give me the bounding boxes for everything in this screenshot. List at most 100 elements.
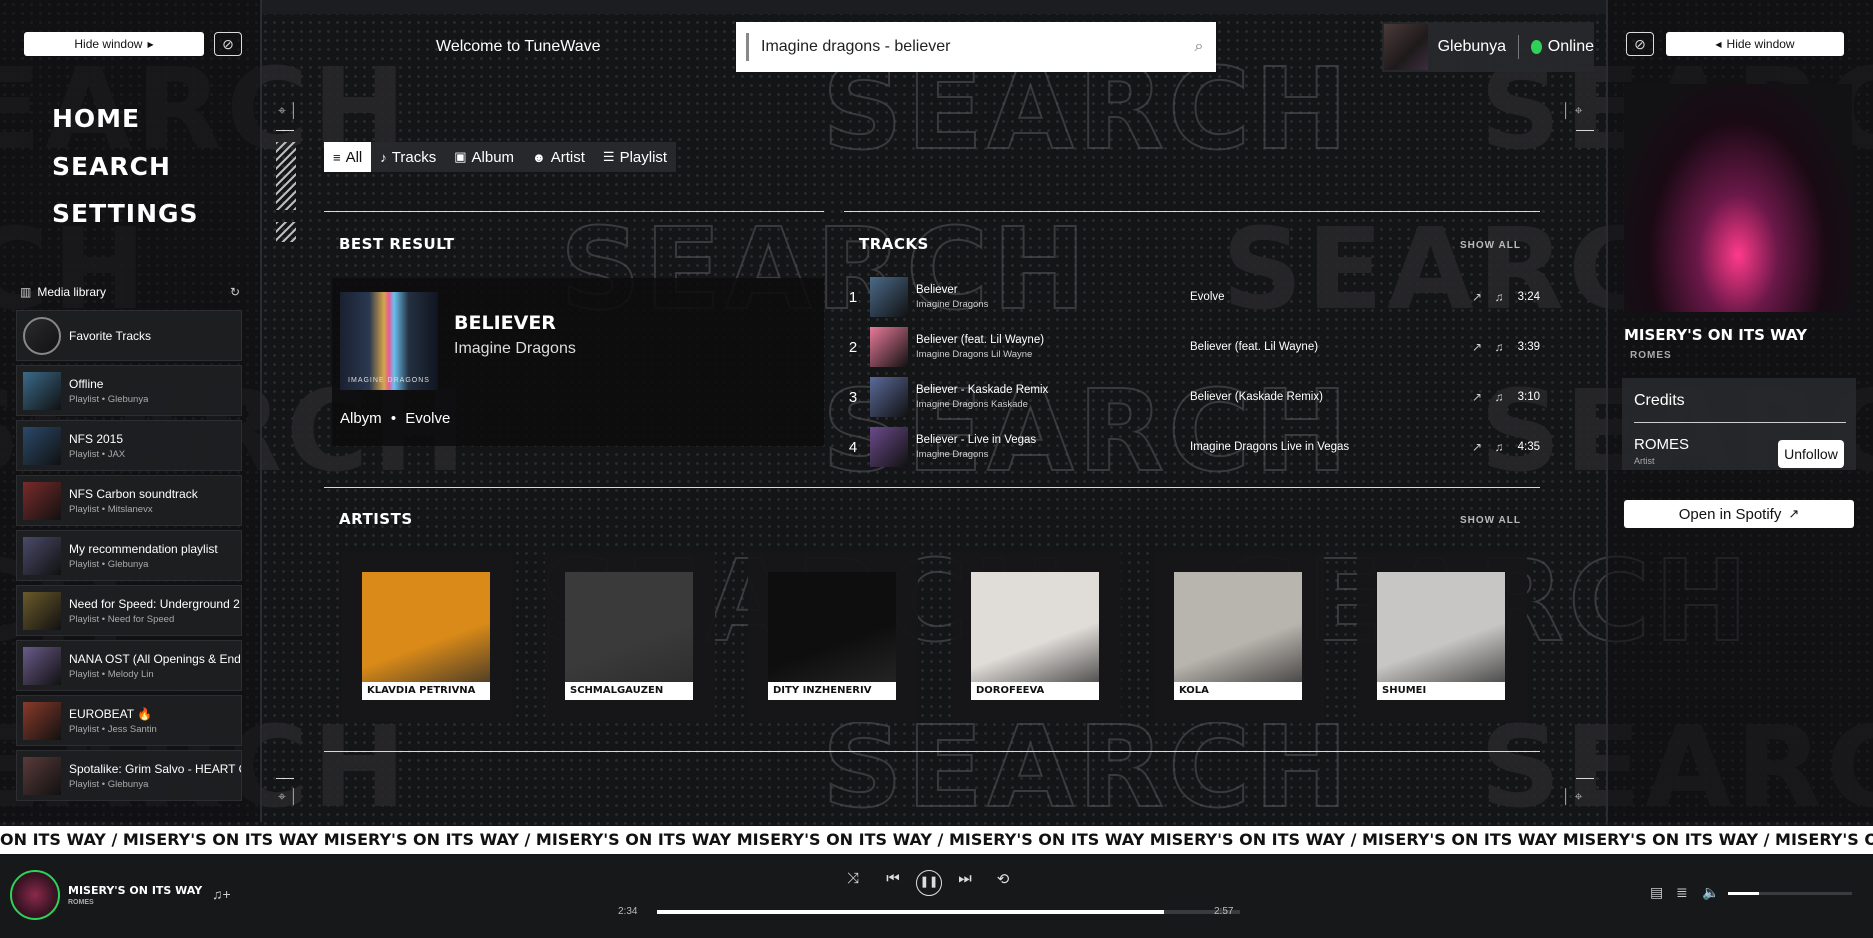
hide-window-right-button[interactable]: ◀ Hide window — [1666, 32, 1844, 56]
playlist-cover — [23, 426, 61, 465]
tab-album[interactable]: ▣ Album — [445, 142, 523, 172]
artist-card[interactable]: SCHMALGAUZEN — [545, 552, 715, 722]
list-item[interactable]: EUROBEAT 🔥 Playlist • Jess Santin — [16, 695, 242, 746]
list-item[interactable]: Favorite Tracks — [16, 310, 242, 361]
list-item[interactable]: NFS Carbon soundtrack Playlist • Mitslane… — [16, 475, 242, 526]
track-artist[interactable]: Imagine Dragons — [916, 299, 1190, 310]
user-name: Glebunya — [1437, 38, 1507, 55]
list-item[interactable]: NANA OST (All Openings & Endings) Playlis… — [16, 640, 242, 691]
player-cover[interactable] — [10, 870, 60, 920]
add-to-playlist-icon[interactable]: ♫+ — [212, 886, 231, 902]
player-track-title[interactable]: MISERY'S ON ITS WAY — [68, 884, 202, 897]
table-row[interactable]: 4 Believer - Live in Vegas Imagine Dragons… — [846, 424, 1540, 470]
best-result-album[interactable]: Evolve — [405, 410, 450, 427]
volume-icon[interactable]: 🔈 — [1702, 884, 1719, 901]
volume-slider[interactable] — [1728, 892, 1852, 895]
add-to-playlist-icon[interactable]: ♫ — [1488, 390, 1510, 404]
tab-all[interactable]: ≡ All — [324, 142, 372, 172]
artist-card[interactable]: KLAVDIA PETRIVNA — [342, 552, 512, 722]
corner-line — [1576, 130, 1594, 131]
tab-playlist[interactable]: ☰ Playlist — [594, 142, 676, 172]
list-item-text: NFS Carbon soundtrack Playlist • Mitslane… — [69, 487, 198, 515]
caret-right-icon: ▶ — [147, 39, 154, 49]
queue-icon[interactable]: ≣ — [1676, 884, 1688, 901]
pause-button[interactable]: ❚❚ — [916, 870, 942, 896]
track-album[interactable]: Evolve — [1190, 291, 1466, 303]
list-item[interactable]: NFS 2015 Playlist • JAX — [16, 420, 242, 471]
lines-icon: ≡ — [333, 149, 341, 165]
artist-name: KLAVDIA PETRIVNA — [362, 682, 490, 700]
credit-artist-name[interactable]: ROMES — [1634, 436, 1689, 453]
nav-home[interactable]: HOME — [52, 104, 140, 133]
artist-card[interactable]: SHUMEI — [1357, 552, 1527, 722]
previous-icon[interactable]: ⏮ — [880, 870, 906, 887]
playlist-cover — [23, 481, 61, 520]
player-track-artist[interactable]: ROMES — [68, 899, 94, 906]
crosshair-icon: │ ⌖ — [1562, 788, 1583, 804]
tab-label: Tracks — [391, 148, 437, 166]
table-row[interactable]: 1 Believer Imagine Dragons Evolve ↗ ♫ 3:24 — [846, 274, 1540, 320]
track-album[interactable]: Believer (Kaskade Remix) — [1190, 391, 1466, 403]
user-divider — [1518, 35, 1519, 59]
table-row[interactable]: 3 Believer - Kaskade Remix Imagine Dragons… — [846, 374, 1540, 420]
track-cover — [870, 427, 908, 467]
external-link-icon[interactable]: ↗ — [1466, 340, 1488, 354]
tracks-show-all-link[interactable]: SHOW ALL — [1460, 240, 1521, 251]
caret-left-icon: ◀ — [1715, 39, 1722, 49]
nav-settings[interactable]: SETTINGS — [52, 199, 199, 228]
best-result-type: Albym — [340, 410, 382, 427]
list-item-subtitle: Playlist • Glebunya — [69, 393, 149, 405]
track-info: Believer - Live in Vegas Imagine Dragons — [916, 434, 1190, 460]
artists-heading: ARTISTS — [339, 510, 413, 528]
artist-card[interactable]: DITY INZHENERIV — [748, 552, 918, 722]
track-title: Believer - Kaskade Remix — [916, 384, 1049, 396]
note-icon: ♪ — [380, 149, 387, 165]
track-album[interactable]: Believer (feat. Lil Wayne) — [1190, 341, 1466, 353]
crosshair-icon: │ ⌖ — [1562, 102, 1583, 118]
tab-tracks[interactable]: ♪ Tracks — [371, 142, 445, 172]
track-artist[interactable]: Imagine Dragons Kaskade — [916, 399, 1190, 410]
external-link-icon[interactable]: ↗ — [1466, 440, 1488, 454]
progress-bar[interactable] — [657, 910, 1240, 914]
external-link-icon[interactable]: ↗ — [1466, 390, 1488, 404]
open-in-spotify-button[interactable]: Open in Spotify ↗ — [1624, 500, 1854, 528]
best-result-card[interactable]: IMAGINE DRAGONS BELIEVER Imagine Dragons… — [332, 278, 824, 446]
add-to-playlist-icon[interactable]: ♫ — [1488, 440, 1510, 454]
search-box[interactable]: Imagine dragons - believer ⌕ — [736, 22, 1216, 72]
artists-show-all-link[interactable]: SHOW ALL — [1460, 515, 1521, 526]
now-playing-cover — [1624, 84, 1852, 312]
add-to-playlist-icon[interactable]: ♫ — [1488, 340, 1510, 354]
search-input[interactable]: Imagine dragons - believer — [761, 38, 1182, 56]
media-library-list: Favorite Tracks Offline Playlist • Glebuny… — [16, 310, 242, 805]
track-artist[interactable]: Imagine Dragons — [916, 449, 1190, 460]
best-result-artist[interactable]: Imagine Dragons — [454, 340, 576, 358]
list-item[interactable]: Spotalike: Grim Salvo - HEART OF DAR Play… — [16, 750, 242, 801]
hide-visual-right-button[interactable]: ⊘ — [1626, 32, 1654, 56]
add-to-playlist-icon[interactable]: ♫ — [1488, 290, 1510, 304]
repeat-icon[interactable]: ⟲ — [990, 870, 1016, 888]
artist-card[interactable]: KOLA — [1154, 552, 1324, 722]
artist-photo: SHUMEI — [1377, 572, 1505, 700]
table-row[interactable]: 2 Believer (feat. Lil Wayne) Imagine Drago… — [846, 324, 1540, 370]
now-playing-artist[interactable]: ROMES — [1630, 350, 1672, 361]
refresh-icon[interactable]: ↻ — [230, 285, 240, 299]
user-box[interactable]: Glebunya Online — [1382, 22, 1594, 72]
track-artist[interactable]: Imagine Dragons Lil Wayne — [916, 349, 1190, 360]
track-album[interactable]: Imagine Dragons Live in Vegas — [1190, 441, 1466, 453]
unfollow-button[interactable]: Unfollow — [1778, 440, 1844, 468]
nav-search[interactable]: SEARCH — [52, 152, 171, 181]
external-link-icon[interactable]: ↗ — [1466, 290, 1488, 304]
shuffle-icon[interactable]: ⤨ — [840, 870, 866, 887]
artist-card[interactable]: DOROFEEVA — [951, 552, 1121, 722]
next-icon[interactable]: ⏭ — [952, 870, 978, 887]
cover-text: IMAGINE DRAGONS — [348, 377, 430, 384]
hide-window-left-button[interactable]: Hide window ▶ — [24, 32, 204, 56]
search-icon[interactable]: ⌕ — [1182, 38, 1216, 56]
lyrics-icon[interactable]: ▤ — [1650, 884, 1663, 901]
list-item[interactable]: Offline Playlist • Glebunya — [16, 365, 242, 416]
list-item[interactable]: Need for Speed: Underground 2 Playlist • … — [16, 585, 242, 636]
list-item[interactable]: My recommendation playlist Playlist • Gle… — [16, 530, 242, 581]
tab-artist[interactable]: ☻ Artist — [523, 142, 594, 172]
section-divider — [324, 211, 824, 212]
hide-visual-left-button[interactable]: ⊘ — [214, 32, 242, 56]
